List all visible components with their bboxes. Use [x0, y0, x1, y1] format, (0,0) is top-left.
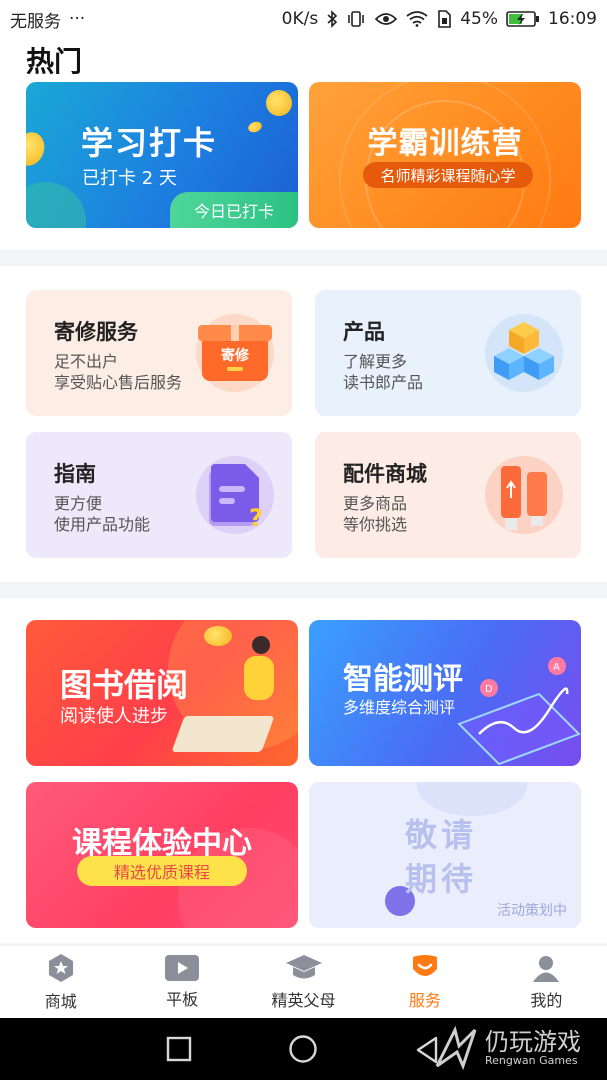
coin-decoration	[266, 90, 292, 116]
eye-comfort-icon	[374, 9, 398, 29]
more-notifications-icon: ···	[69, 9, 86, 29]
study-camp-card[interactable]: 学霸训练营 名师精彩课程随心学	[309, 82, 581, 228]
camp-card-title: 学霸训练营	[367, 126, 523, 161]
card-line2: 等你挑选	[343, 515, 408, 534]
hot-section: 热门 学习打卡 已打卡 2 天 今日已打卡 学霸训练营 名师精彩课程随心学	[0, 38, 607, 250]
tab-mall[interactable]: 商城	[0, 946, 121, 1018]
watermark: 仍玩游戏 Rengwan Games	[433, 1026, 581, 1070]
coin-decoration	[246, 119, 264, 135]
reader-head-illustration	[252, 636, 270, 654]
services-section: 寄修服务 足不出户 享受贴心售后服务 寄修 产品 了解更多 读书郎产品 指南 更…	[0, 266, 607, 582]
battery-charging-icon	[506, 9, 540, 29]
tab-elite-parents[interactable]: 精英父母	[243, 946, 364, 1018]
guide-card[interactable]: 指南 更方便 使用产品功能 ?	[26, 432, 292, 558]
svg-text:D: D	[485, 684, 493, 695]
battery-percent: 45%	[460, 9, 498, 29]
coming-soon-card: 敬请 期待 活动策划中	[309, 782, 581, 928]
network-speed: 0K/s	[281, 9, 319, 29]
feature-title: 图书借阅	[60, 666, 189, 704]
card-title: 产品	[343, 320, 385, 344]
features-section: 图书借阅 阅读使人进步 智能测评 多维度综合测评 D A 课程体验中心 精选优质…	[0, 598, 607, 943]
feature-subtitle: 多维度综合测评	[343, 698, 456, 717]
study-card-title: 学习打卡	[81, 124, 218, 162]
tab-label: 我的	[530, 991, 563, 1010]
carrier-label: 无服务	[10, 11, 61, 32]
checked-in-badge[interactable]: 今日已打卡	[170, 192, 298, 228]
card-title: 寄修服务	[54, 320, 138, 344]
feature-title-line2: 期待	[405, 860, 478, 898]
coin-decoration	[204, 626, 232, 646]
accessory-store-card[interactable]: 配件商城 更多商品 等你挑选	[315, 432, 581, 558]
feature-title: 智能测评	[343, 662, 463, 697]
guide-doc-icon: ?	[196, 456, 274, 534]
repair-box-icon: 寄修	[196, 314, 274, 392]
feature-title-line1: 敬请	[405, 816, 478, 854]
smart-assessment-card[interactable]: 智能测评 多维度综合测评 D A	[309, 620, 581, 766]
clock: 16:09	[548, 9, 597, 29]
feature-subtitle: 阅读使人进步	[60, 706, 168, 727]
watermark-logo-icon	[435, 1026, 477, 1070]
reader-figure-illustration	[244, 656, 274, 700]
system-navigation-bar: 仍玩游戏 Rengwan Games	[0, 1018, 607, 1080]
card-line2: 读书郎产品	[343, 373, 424, 392]
coin-decoration	[26, 128, 49, 170]
repair-box-label: 寄修	[221, 348, 249, 364]
study-checkin-card[interactable]: 学习打卡 已打卡 2 天 今日已打卡	[26, 82, 298, 228]
repair-service-card[interactable]: 寄修服务 足不出户 享受贴心售后服务 寄修	[26, 290, 292, 416]
camp-card-subtitle: 名师精彩课程随心学	[363, 162, 533, 188]
tab-service[interactable]: 服务	[364, 946, 485, 1018]
screen: { "status_bar": { "carrier": "无服务", "mor…	[0, 0, 607, 1080]
recent-apps-icon[interactable]	[166, 1036, 192, 1062]
tab-label: 精英父母	[271, 991, 336, 1010]
feature-subtitle: 活动策划中	[497, 903, 567, 919]
vibrate-icon	[346, 9, 366, 29]
usb-cable-icon	[485, 456, 563, 534]
bottom-tab-bar: 商城 平板 精英父母 服务 我的	[0, 946, 607, 1018]
tab-label: 服务	[408, 991, 441, 1010]
card-line2: 享受贴心售后服务	[54, 373, 183, 392]
tab-label: 平板	[166, 990, 199, 1009]
home-icon[interactable]	[288, 1034, 318, 1064]
sim-icon	[436, 9, 452, 29]
product-card[interactable]: 产品 了解更多 读书郎产品	[315, 290, 581, 416]
graduation-cap-icon	[285, 955, 322, 979]
star-hexagon-icon	[48, 954, 73, 982]
cubes-icon	[485, 314, 563, 392]
bluetooth-icon	[326, 9, 338, 29]
card-title: 指南	[54, 462, 96, 486]
card-line2: 使用产品功能	[54, 515, 151, 534]
tab-tablet[interactable]: 平板	[121, 946, 242, 1018]
play-icon	[165, 955, 200, 981]
watermark-subtext: Rengwan Games	[485, 1054, 578, 1068]
status-bar: 无服务 ··· 0K/s 45% 16:09	[0, 0, 607, 38]
leaf-decoration	[26, 182, 86, 228]
tab-mine[interactable]: 我的	[486, 946, 607, 1018]
course-center-card[interactable]: 课程体验中心 精选优质课程	[26, 782, 298, 928]
svg-text:A: A	[553, 662, 560, 673]
card-title: 配件商城	[343, 462, 427, 486]
watermark-text: 仍玩游戏	[485, 1027, 581, 1056]
study-card-subtitle: 已打卡 2 天	[82, 168, 177, 189]
service-icon	[412, 955, 437, 976]
wifi-icon	[406, 9, 428, 29]
feature-subtitle: 精选优质课程	[77, 856, 247, 886]
svg-text:?: ?	[249, 504, 263, 530]
book-borrow-card[interactable]: 图书借阅 阅读使人进步	[26, 620, 298, 766]
tab-label: 商城	[44, 992, 77, 1011]
section-title: 热门	[26, 45, 83, 78]
user-icon	[533, 956, 560, 982]
open-book-illustration	[171, 716, 275, 752]
chart-tablet-illustration: D A	[457, 657, 581, 766]
